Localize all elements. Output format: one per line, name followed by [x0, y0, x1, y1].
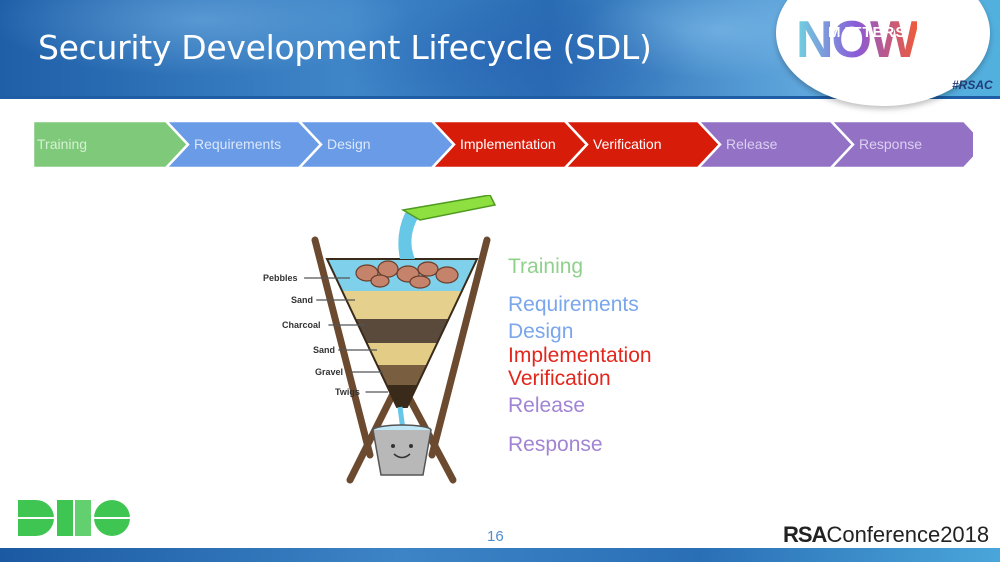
rsa-conference-logo: RSAConference2018 [783, 522, 989, 548]
duo-logo [18, 500, 130, 536]
process-stage-label: Design [327, 136, 371, 152]
bucket-icon [372, 424, 432, 476]
layer-label: Twigs [335, 387, 360, 397]
stage-list-item: Requirements [508, 293, 639, 316]
badge-matters-text: MATTERS [828, 24, 907, 41]
rsac-hashtag: #RSAC [952, 78, 993, 92]
process-stage-label: Verification [593, 136, 662, 152]
page-number: 16 [487, 528, 504, 545]
process-stage-label: Release [726, 136, 778, 152]
stage-list-item: Implementation [508, 344, 652, 367]
water-filter-illustration: Pebbles Sand Charcoal Sand Gravel Twigs [263, 195, 497, 484]
rsa-logo-rest: Conference2018 [826, 522, 990, 547]
pipe-icon [400, 195, 497, 221]
layer-label: Sand [313, 345, 335, 355]
layer-label: Pebbles [263, 273, 298, 283]
process-stage-label: Response [859, 136, 923, 152]
layer-label: Charcoal [282, 320, 321, 330]
process-stage-label: Implementation [460, 136, 556, 152]
process-stage-label: Requirements [194, 136, 282, 152]
stage-list-item: Response [508, 433, 603, 456]
footer-banner [0, 548, 1000, 562]
process-stage-label: Training [37, 136, 88, 152]
stage-list-item: Training [508, 255, 584, 278]
stage-list-item: Design [508, 320, 574, 343]
layer-label: Sand [291, 295, 313, 305]
stage-list-item: Release [508, 394, 586, 417]
process-stage-design [297, 121, 456, 168]
slide-title: Security Development Lifecycle (SDL) [38, 28, 652, 67]
rsa-logo-strong: RSA [783, 522, 827, 547]
stage-list-item: Verification [508, 367, 611, 390]
layer-label: Gravel [315, 367, 343, 377]
